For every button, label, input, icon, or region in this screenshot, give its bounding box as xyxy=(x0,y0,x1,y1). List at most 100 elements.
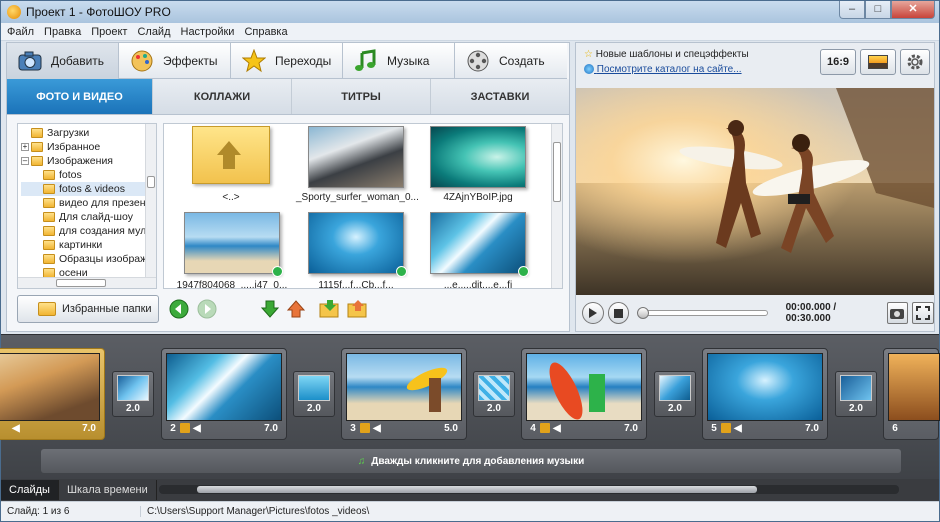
fullscreen-button[interactable] xyxy=(912,302,935,324)
maximize-button[interactable]: □ xyxy=(865,1,891,19)
tree-item[interactable]: – Изображения xyxy=(21,154,156,168)
tree-horizontal-scrollbar[interactable] xyxy=(18,277,156,288)
news-block: ☆ Новые шаблоны и спецэффекты Посмотрите… xyxy=(584,49,749,75)
tab-timeline[interactable]: Шкала времени xyxy=(59,480,157,500)
menu-project[interactable]: Проект xyxy=(91,26,127,38)
expander-icon[interactable]: – xyxy=(21,157,29,165)
play-button[interactable] xyxy=(582,302,604,324)
slide-duration[interactable]: 7.0 xyxy=(82,423,100,434)
slide-3[interactable]: 3 ◀ 5.0 xyxy=(341,348,467,440)
tree-item[interactable]: fotos xyxy=(21,168,156,182)
sound-icon[interactable]: ◀ xyxy=(193,423,201,434)
file-thumbnail[interactable] xyxy=(308,212,407,277)
tree-item-label: Загрузки xyxy=(47,127,90,139)
folder-add-icon[interactable] xyxy=(319,299,341,319)
tab-music[interactable]: Музыка xyxy=(343,43,455,79)
minimize-button[interactable]: – xyxy=(839,1,865,19)
snapshot-button[interactable] xyxy=(886,302,909,324)
camera-icon xyxy=(890,309,905,319)
tree-vertical-scrollbar[interactable] xyxy=(145,124,156,288)
slide-4[interactable]: 4 ◀ 7.0 xyxy=(521,348,647,440)
subtab-titles[interactable]: ТИТРЫ xyxy=(292,79,431,114)
tree-item[interactable]: Для слайд-шоу xyxy=(21,210,156,224)
tree-item[interactable]: + Избранное xyxy=(21,140,156,154)
slide-duration[interactable]: 7.0 xyxy=(805,423,823,434)
arrow-down-icon[interactable] xyxy=(260,299,280,319)
sound-icon[interactable]: ◀ xyxy=(373,423,381,434)
transition-duration[interactable]: 2.0 xyxy=(836,403,876,414)
transition-duration[interactable]: 2.0 xyxy=(655,403,695,414)
slide-duration[interactable]: 7.0 xyxy=(264,423,282,434)
menu-slide[interactable]: Слайд xyxy=(137,26,170,38)
tab-add[interactable]: Добавить xyxy=(7,43,119,79)
tree-item[interactable]: Образцы изображ xyxy=(21,252,156,266)
background-button[interactable] xyxy=(860,49,896,75)
transition-3[interactable]: 2.0 xyxy=(473,371,515,417)
close-button[interactable]: ✕ xyxy=(891,1,935,19)
tree-item[interactable]: для создания мул xyxy=(21,224,156,238)
pen-icon[interactable] xyxy=(540,423,550,433)
slide-1[interactable]: ◀ 7.0 xyxy=(0,348,105,440)
stop-button[interactable] xyxy=(607,302,630,324)
music-track[interactable]: ♫ Дважды кликните для добавления музыки xyxy=(41,449,901,473)
transition-duration[interactable]: 2.0 xyxy=(474,403,514,414)
pen-icon[interactable] xyxy=(180,423,190,433)
slide-number: 6 xyxy=(892,422,898,434)
back-icon[interactable] xyxy=(169,299,189,319)
catalog-link[interactable]: Посмотрите каталог на сайте... xyxy=(597,64,742,75)
pen-icon[interactable] xyxy=(360,423,370,433)
media-panel: Добавить Эффекты Переходы Музыка Создать… xyxy=(6,42,570,332)
seek-slider[interactable] xyxy=(637,307,768,319)
aspect-ratio-button[interactable]: 16:9 xyxy=(820,49,856,75)
folder-export-icon[interactable] xyxy=(347,299,369,319)
slide-5[interactable]: 5 ◀ 7.0 xyxy=(702,348,828,440)
slide-duration[interactable]: 7.0 xyxy=(624,423,642,434)
file-thumbnail[interactable] xyxy=(308,126,404,188)
sound-icon[interactable]: ◀ xyxy=(734,423,742,434)
subtab-collages[interactable]: КОЛЛАЖИ xyxy=(153,79,292,114)
subtab-intros[interactable]: ЗАСТАВКИ xyxy=(431,79,569,114)
storyboard-scrollbar[interactable] xyxy=(159,485,899,494)
favorite-folders-button[interactable]: Избранные папки xyxy=(17,295,159,323)
transition-4[interactable]: 2.0 xyxy=(654,371,696,417)
transition-5[interactable]: 2.0 xyxy=(835,371,877,417)
file-label: 1947f804068_.....j47_0... xyxy=(176,280,288,289)
tree-item[interactable]: Загрузки xyxy=(21,126,156,140)
slide-6[interactable]: 6 xyxy=(883,348,940,440)
seek-knob[interactable] xyxy=(637,307,650,319)
tab-create[interactable]: Создать xyxy=(455,43,567,79)
transition-1[interactable]: 2.0 xyxy=(112,371,154,417)
transition-duration[interactable]: 2.0 xyxy=(113,403,153,414)
folder-up-thumbnail[interactable] xyxy=(192,126,270,184)
slide-2[interactable]: 2 ◀ 7.0 xyxy=(161,348,287,440)
menu-edit[interactable]: Правка xyxy=(44,26,81,38)
file-thumbnail[interactable] xyxy=(430,126,526,188)
tree-item[interactable]: видео для презен xyxy=(21,196,156,210)
video-preview[interactable] xyxy=(576,88,934,295)
time-display: 00:00.000 / 00:30.000 xyxy=(785,302,837,324)
arrow-up-icon[interactable] xyxy=(286,299,306,319)
folder-tree[interactable]: Загрузки + Избранное – Изображения fotos fotos… xyxy=(17,123,157,289)
transition-duration[interactable]: 2.0 xyxy=(294,403,334,414)
file-thumbnail[interactable] xyxy=(184,212,283,277)
tab-transitions[interactable]: Переходы xyxy=(231,43,343,79)
expander-icon[interactable]: + xyxy=(21,143,29,151)
tree-item[interactable]: картинки xyxy=(21,238,156,252)
pen-icon[interactable] xyxy=(721,423,731,433)
tree-item[interactable]: fotos & videos xyxy=(21,182,156,196)
menu-file[interactable]: Файл xyxy=(7,26,34,38)
sound-icon[interactable]: ◀ xyxy=(553,423,561,434)
forward-icon[interactable] xyxy=(197,299,217,319)
slide-duration[interactable]: 5.0 xyxy=(444,423,462,434)
sound-icon[interactable]: ◀ xyxy=(12,423,20,434)
thumbnails-scrollbar[interactable] xyxy=(551,124,562,288)
settings-button[interactable] xyxy=(900,49,930,75)
subtab-photo-video[interactable]: ФОТО И ВИДЕО xyxy=(7,79,153,114)
menu-settings[interactable]: Настройки xyxy=(181,26,235,38)
tab-slides[interactable]: Слайды xyxy=(1,480,59,500)
menu-help[interactable]: Справка xyxy=(244,26,287,38)
tab-transitions-label: Переходы xyxy=(275,53,332,68)
transition-2[interactable]: 2.0 xyxy=(293,371,335,417)
tab-effects[interactable]: Эффекты xyxy=(119,43,231,79)
file-thumbnail[interactable] xyxy=(430,212,529,277)
